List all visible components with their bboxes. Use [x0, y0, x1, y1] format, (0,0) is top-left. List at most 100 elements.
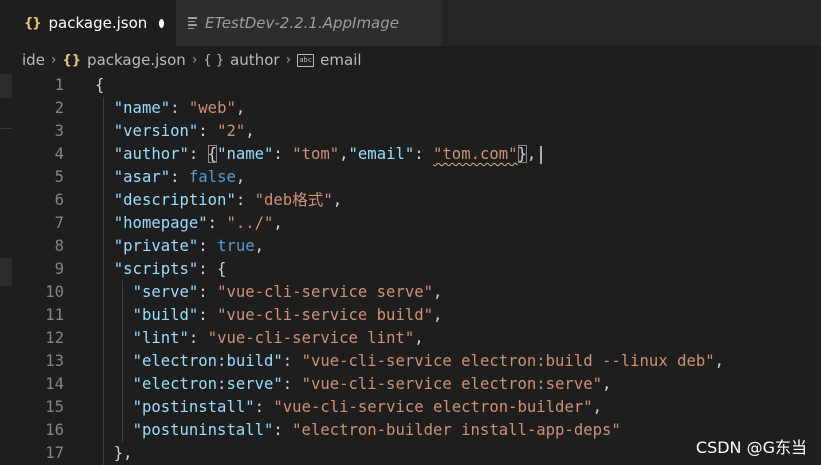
- code-token: :: [198, 306, 218, 324]
- activity-divider: [0, 128, 12, 129]
- code-line[interactable]: 9 "scripts": {: [12, 258, 821, 281]
- code-token: "homepage": [113, 214, 208, 232]
- code-text: "lint": "vue-cli-service lint",: [95, 327, 424, 350]
- code-line[interactable]: 14 "electron:serve": "vue-cli-service el…: [12, 373, 821, 396]
- object-icon: { }: [203, 52, 225, 68]
- code-text: "description": "deb格式",: [95, 189, 342, 212]
- code-line[interactable]: 8 "private": true,: [12, 235, 821, 258]
- code-token: "description": [113, 191, 236, 209]
- code-line[interactable]: 7 "homepage": "../",: [12, 212, 821, 235]
- code-token: "author": [113, 145, 189, 163]
- line-number: 1: [54, 76, 64, 94]
- code-token: "serve": [132, 283, 199, 301]
- code-line[interactable]: 6 "description": "deb格式",: [12, 189, 821, 212]
- code-token: ,: [235, 168, 246, 186]
- breadcrumb-item-email[interactable]: email: [320, 51, 361, 69]
- tab-bar: {} package.json ETestDev-2.2.1.AppImage: [12, 0, 821, 46]
- code-token: :: [198, 122, 218, 140]
- watermark: CSDN @G东当: [695, 438, 807, 457]
- code-line[interactable]: 11 "build": "vue-cli-service build",: [12, 304, 821, 327]
- code-token: "web": [188, 99, 236, 117]
- code-token: ,: [339, 145, 349, 163]
- code-token: "vue-cli-service lint": [207, 329, 415, 347]
- code-text: "postuninstall": "electron-builder insta…: [95, 419, 621, 442]
- unsaved-dot-icon[interactable]: [159, 18, 164, 28]
- code-token: :: [198, 237, 218, 255]
- code-token: :: [207, 214, 227, 232]
- code-token: true: [217, 237, 255, 255]
- code-token: ,: [273, 214, 283, 232]
- code-text: "serve": "vue-cli-service serve",: [95, 281, 443, 304]
- line-number: 3: [54, 122, 64, 140]
- code-token: :: [235, 191, 255, 209]
- code-token: "lint": [132, 329, 189, 347]
- code-token: "../": [226, 214, 274, 232]
- code-token: "build": [132, 306, 199, 324]
- code-token: :: [188, 329, 208, 347]
- line-number: 14: [45, 375, 64, 393]
- code-token: ,: [526, 145, 537, 163]
- code-token: "vue-cli-service serve": [217, 283, 433, 301]
- code-token: ,: [332, 191, 343, 209]
- code-token: ,: [245, 122, 255, 140]
- code-text: "name": "web",: [95, 97, 245, 120]
- breadcrumb-item-author[interactable]: author: [230, 51, 279, 69]
- code-text: "electron:serve": "vue-cli-service elect…: [95, 373, 612, 396]
- line-number: 11: [45, 306, 64, 324]
- code-line[interactable]: 2 "name": "web",: [12, 97, 821, 120]
- tab-bar-empty: [442, 0, 821, 46]
- line-number: 8: [54, 237, 64, 255]
- code-token: }: [517, 145, 527, 163]
- code-text: "build": "vue-cli-service build",: [95, 304, 443, 327]
- code-token: "email": [348, 145, 415, 163]
- code-line[interactable]: 5 "asar": false,: [12, 166, 821, 189]
- line-number: 4: [54, 145, 64, 163]
- code-token: {: [207, 145, 218, 163]
- line-number: 15: [45, 398, 64, 416]
- code-line[interactable]: 10 "serve": "vue-cli-service serve",: [12, 281, 821, 304]
- activity-marker: [0, 258, 12, 286]
- line-number: 12: [45, 329, 64, 347]
- string-icon: abc: [297, 53, 315, 67]
- json-file-icon: {}: [62, 52, 82, 68]
- code-token: false: [188, 168, 236, 186]
- code-text: "scripts": {: [95, 258, 227, 281]
- code-text: "author": {"name": "tom","email": "tom.c…: [95, 143, 536, 166]
- line-number: 13: [45, 352, 64, 370]
- code-token: :: [273, 421, 293, 439]
- code-editor[interactable]: 1{2 "name": "web", 3 "version": "2", 4 "au…: [12, 74, 821, 465]
- code-token: "private": [113, 237, 199, 255]
- code-token: ,: [235, 99, 246, 117]
- json-file-icon: {}: [24, 15, 41, 31]
- code-token: : {: [198, 260, 227, 278]
- chevron-right-icon: ›: [285, 52, 292, 68]
- code-line[interactable]: 12 "lint": "vue-cli-service lint",: [12, 327, 821, 350]
- tab-label: package.json: [48, 14, 148, 32]
- code-token: :: [414, 145, 434, 163]
- code-token: "asar": [113, 168, 171, 186]
- code-line[interactable]: 1{: [12, 74, 821, 97]
- code-token: "version": [113, 122, 199, 140]
- chevron-right-icon: ›: [191, 52, 198, 68]
- code-line[interactable]: 15 "postinstall": "vue-cli-service elect…: [12, 396, 821, 419]
- breadcrumb-item-package-json[interactable]: package.json: [87, 51, 186, 69]
- tab-appimage[interactable]: ETestDev-2.2.1.AppImage: [176, 0, 442, 46]
- code-line[interactable]: 3 "version": "2",: [12, 120, 821, 143]
- breadcrumb-item-ide[interactable]: ide: [22, 51, 45, 69]
- tab-package-json[interactable]: {} package.json: [12, 0, 176, 46]
- code-token: "electron-builder install-app-deps": [292, 421, 621, 439]
- code-token: :: [170, 168, 189, 186]
- code-token: "vue-cli-service electron-builder": [273, 398, 593, 416]
- code-token: :: [282, 352, 302, 370]
- code-token: :: [273, 145, 293, 163]
- code-line[interactable]: 13 "electron:build": "vue-cli-service el…: [12, 350, 821, 373]
- code-line[interactable]: 4 "author": {"name": "tom","email": "tom…: [12, 143, 821, 166]
